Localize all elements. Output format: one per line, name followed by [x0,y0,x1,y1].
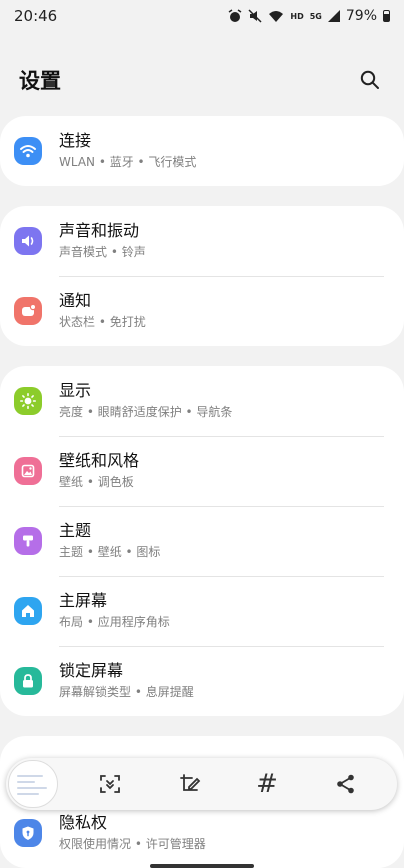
wifi-status-icon [269,11,284,22]
settings-item-connections[interactable]: 连接 WLAN • 蓝牙 • 飞行模式 [0,116,404,186]
item-subtitle: 主题 • 壁纸 • 图标 [59,545,161,559]
home-icon [14,597,42,625]
item-subtitle: 权限使用情况 • 许可管理器 [59,837,206,851]
item-title: 声音和振动 [59,221,140,240]
item-subtitle: 布局 • 应用程序角标 [59,615,170,629]
mute-icon [248,9,262,23]
status-time: 20:46 [14,7,58,25]
screenshot-toolbar: # [6,758,397,810]
item-subtitle: 亮度 • 眼睛舒适度保护 • 导航条 [59,405,233,419]
header: 设置 [0,56,404,104]
item-subtitle: 壁纸 • 调色板 [59,475,134,489]
item-subtitle: 状态栏 • 免打扰 [59,315,146,329]
status-icons: HD 5G 79% [228,8,390,24]
battery-icon [383,10,390,22]
screenshot-thumbnail[interactable] [8,760,58,808]
home-indicator [150,864,254,868]
settings-card-display: 显示 亮度 • 眼睛舒适度保护 • 导航条 壁纸和风格 壁纸 • 调色板 主题 … [0,366,404,716]
edit-button[interactable] [174,768,206,800]
search-button[interactable] [354,64,386,96]
item-title: 连接 [59,131,92,150]
item-title: 通知 [59,291,92,310]
alarm-icon [228,9,242,22]
hd-label: HD [290,11,304,21]
item-subtitle: 声音模式 • 铃声 [59,245,146,259]
settings-item-notifications[interactable]: 通知 状态栏 • 免打扰 [0,276,404,346]
privacy-shield-icon [14,819,42,847]
item-subtitle: 屏幕解锁类型 • 息屏提醒 [59,685,194,699]
settings-item-sound[interactable]: 声音和振动 声音模式 • 铃声 [0,206,404,276]
wallpaper-icon [14,457,42,485]
network-label: 5G [309,11,322,21]
item-title: 显示 [59,381,92,400]
item-subtitle: WLAN • 蓝牙 • 飞行模式 [59,155,197,169]
brightness-icon [14,387,42,415]
search-icon [360,70,379,89]
scroll-capture-icon [100,775,120,793]
battery-percent: 79% [345,8,377,24]
page-title: 设置 [19,69,61,93]
item-title: 主题 [59,521,92,540]
hashtag-button[interactable]: # [251,768,283,800]
settings-item-display[interactable]: 显示 亮度 • 眼睛舒适度保护 • 导航条 [0,366,404,436]
item-title: 隐私权 [59,813,108,832]
share-button[interactable] [330,768,362,800]
settings-card-sound: 声音和振动 声音模式 • 铃声 通知 状态栏 • 免打扰 [0,206,404,346]
settings-card-connections: 连接 WLAN • 蓝牙 • 飞行模式 [0,116,404,186]
settings-item-themes[interactable]: 主题 主题 • 壁纸 • 图标 [0,506,404,576]
volume-icon [14,227,42,255]
crop-edit-icon [180,774,201,791]
item-title: 壁纸和风格 [59,451,140,470]
settings-item-wallpaper[interactable]: 壁纸和风格 壁纸 • 调色板 [0,436,404,506]
settings-item-home-screen[interactable]: 主屏幕 布局 • 应用程序角标 [0,576,404,646]
theme-brush-icon [14,527,42,555]
signal-icon [327,10,340,22]
hashtag-icon: # [256,769,278,799]
wifi-icon [14,137,42,165]
item-title: 锁定屏幕 [59,661,124,680]
scroll-capture-button[interactable] [94,768,126,800]
status-bar: 20:46 HD 5G 79% [0,0,404,32]
settings-item-lock-screen[interactable]: 锁定屏幕 屏幕解锁类型 • 息屏提醒 [0,646,404,716]
share-icon [337,774,354,794]
item-title: 主屏幕 [59,591,108,610]
notification-icon [14,297,42,325]
lock-icon [14,667,42,695]
